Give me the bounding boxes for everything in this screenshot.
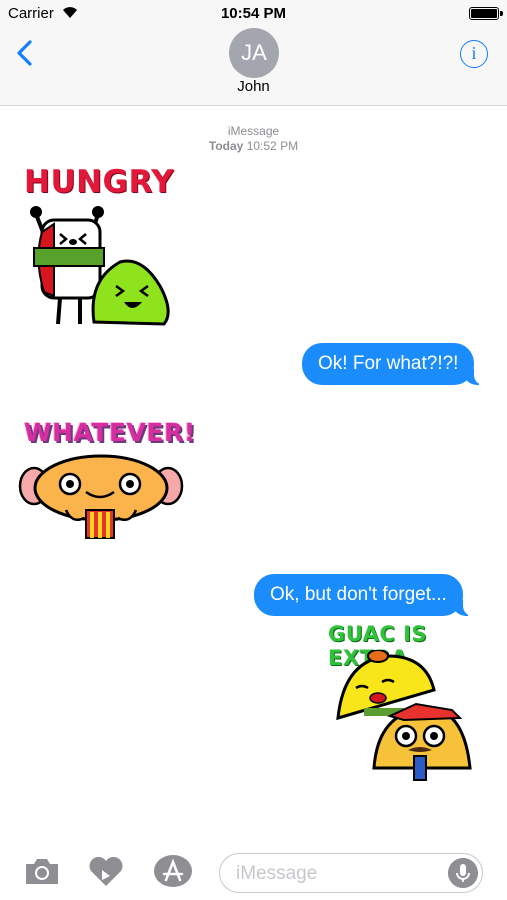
message-bubble-outgoing[interactable]: Ok, but don't forget...: [254, 574, 473, 616]
contact-name[interactable]: John: [0, 78, 507, 95]
battery-icon: [469, 7, 503, 20]
sticker-whatever[interactable]: [18, 454, 186, 540]
service-label: iMessage: [227, 124, 280, 138]
thread-timestamp: Today 10:52 PM: [208, 139, 299, 153]
status-bar: Carrier 10:54 PM: [0, 0, 507, 28]
sticker-guac[interactable]: [334, 650, 484, 786]
message-bubble-outgoing[interactable]: Ok! For what?!?!: [302, 343, 485, 385]
sticker-hungry[interactable]: [24, 200, 176, 328]
digital-touch-icon[interactable]: [86, 854, 126, 888]
message-input-placeholder: iMessage: [236, 863, 318, 884]
info-circle-icon[interactable]: i: [460, 40, 488, 68]
message-input[interactable]: iMessage: [219, 853, 483, 893]
contact-avatar[interactable]: JA: [229, 28, 279, 78]
camera-icon[interactable]: [22, 854, 62, 888]
compose-bar: iMessage: [0, 840, 507, 900]
sticker-whatever-text: WHATEVER!: [24, 418, 196, 447]
app-store-icon[interactable]: [153, 854, 193, 888]
microphone-icon[interactable]: [448, 858, 478, 888]
status-time: 10:54 PM: [220, 5, 287, 22]
sticker-hungry-text: HUNGRY: [24, 164, 175, 200]
chevron-left-icon[interactable]: [12, 38, 38, 68]
